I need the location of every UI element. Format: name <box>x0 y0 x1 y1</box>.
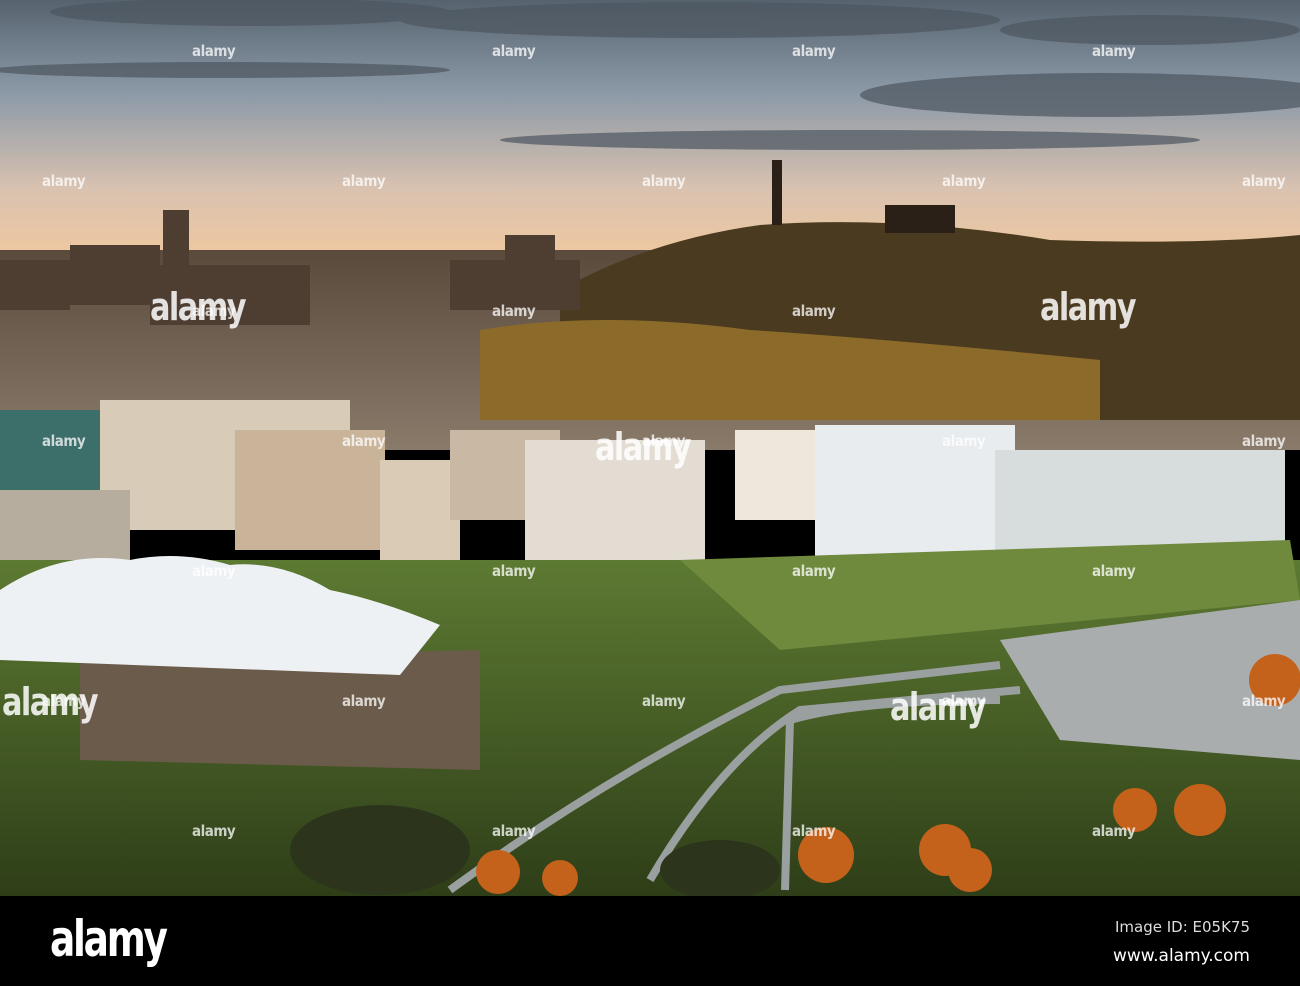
image-id: Image ID: E05K75 <box>1114 918 1250 936</box>
watermark: alamy <box>42 172 86 190</box>
watermark: alamy <box>192 562 236 580</box>
watermark-large: alamy <box>1040 285 1137 329</box>
watermark: alamy <box>642 172 686 190</box>
watermark: alamy <box>1092 562 1136 580</box>
watermark: alamy <box>192 42 236 60</box>
watermark: alamy <box>342 172 386 190</box>
watermark: alamy <box>792 302 836 320</box>
watermark: alamy <box>342 692 386 710</box>
watermark: alamy <box>492 822 536 840</box>
watermark-large: alamy <box>2 680 99 724</box>
watermark-large: alamy <box>595 425 692 469</box>
watermark: alamy <box>1092 42 1136 60</box>
watermark: alamy <box>942 432 986 450</box>
watermark: alamy <box>792 562 836 580</box>
watermark: alamy <box>642 692 686 710</box>
watermark: alamy <box>192 822 236 840</box>
watermark: alamy <box>792 42 836 60</box>
watermark: alamy <box>1242 172 1286 190</box>
national-monument <box>885 205 955 233</box>
watermark: alamy <box>1242 432 1286 450</box>
watermark-large: alamy <box>890 685 987 729</box>
website-link: www.alamy.com <box>1112 946 1250 966</box>
watermark: alamy <box>792 822 836 840</box>
photo: alamy alamy alamy alamy alamy alamy alam… <box>0 0 1300 896</box>
watermark: alamy <box>492 42 536 60</box>
watermark: alamy <box>342 432 386 450</box>
watermark: alamy <box>492 302 536 320</box>
nelson-monument <box>772 160 782 225</box>
watermark: alamy <box>42 432 86 450</box>
watermark-large: alamy <box>150 285 247 329</box>
footer-bar: alamy Image ID: E05K75 www.alamy.com <box>0 896 1300 986</box>
alamy-logo: alamy <box>50 910 168 968</box>
watermark: alamy <box>492 562 536 580</box>
watermark: alamy <box>1092 822 1136 840</box>
watermark: alamy <box>942 172 986 190</box>
watermark: alamy <box>1242 692 1286 710</box>
